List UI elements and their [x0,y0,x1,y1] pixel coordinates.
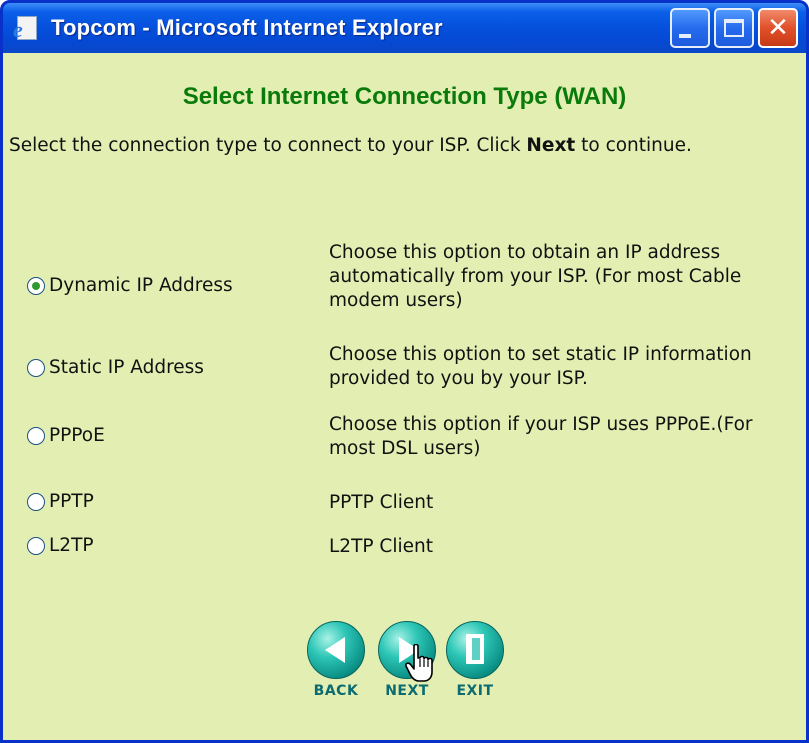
radio-button-pppoe[interactable] [27,426,45,445]
exit-label: EXIT [456,683,494,699]
door-exit-icon [466,634,484,664]
radio-l2tp[interactable]: L2TP [27,535,94,556]
radio-static-ip[interactable]: Static IP Address [27,357,204,378]
arrow-left-icon [325,637,345,663]
intro-text-end: to continue. [575,135,692,156]
intro-text-start: Select the connection type to connect to… [9,135,527,156]
ie-page-icon: e [13,14,41,42]
intro-text: Select the connection type to connect to… [9,131,800,161]
option-desc-static-ip: Choose this option to set static IP info… [329,344,752,389]
hand-pointer-icon [405,644,433,682]
next-circle[interactable] [378,621,436,682]
option-label-l2tp: L2TP [49,535,94,556]
option-label-dynamic-ip: Dynamic IP Address [49,275,233,296]
close-button[interactable]: ✕ [758,8,798,48]
option-label-pppoe: PPPoE [49,425,105,446]
option-label-pptp: PPTP [49,491,94,512]
minimize-button[interactable] [670,8,710,48]
maximize-icon [724,19,744,37]
wizard-navigation: BACK NEXT EXIT [3,621,806,740]
exit-button[interactable]: EXIT [446,621,504,699]
option-label-static-ip: Static IP Address [49,357,204,378]
exit-circle[interactable] [446,621,504,679]
radio-button-static-ip[interactable] [27,358,45,377]
radio-button-dynamic-ip[interactable] [27,276,45,295]
page-content: Select Internet Connection Type (WAN) Se… [3,53,806,740]
back-label: BACK [313,683,359,699]
browser-window: e Topcom - Microsoft Internet Explorer ✕… [0,0,809,743]
next-button[interactable]: NEXT [378,621,436,699]
next-label: NEXT [385,683,429,699]
maximize-button[interactable] [714,8,754,48]
back-circle[interactable] [307,621,365,679]
radio-pptp[interactable]: PPTP [27,491,94,512]
window-title: Topcom - Microsoft Internet Explorer [51,15,443,40]
option-desc-pppoe: Choose this option if your ISP uses PPPo… [329,414,753,459]
page-title: Select Internet Connection Type (WAN) [182,83,627,110]
title-bar[interactable]: e Topcom - Microsoft Internet Explorer ✕ [3,3,806,53]
radio-button-l2tp[interactable] [27,536,45,555]
minimize-icon [679,34,691,38]
option-desc-dynamic-ip: Choose this option to obtain an IP addre… [329,242,742,311]
close-icon: ✕ [767,13,789,43]
radio-button-pptp[interactable] [27,492,45,511]
radio-pppoe[interactable]: PPPoE [27,425,105,446]
radio-dynamic-ip[interactable]: Dynamic IP Address [27,275,233,296]
intro-next-keyword: Next [526,135,576,156]
back-button[interactable]: BACK [307,621,365,699]
option-desc-pptp: PPTP Client [329,492,434,513]
option-desc-l2tp: L2TP Client [329,536,433,557]
